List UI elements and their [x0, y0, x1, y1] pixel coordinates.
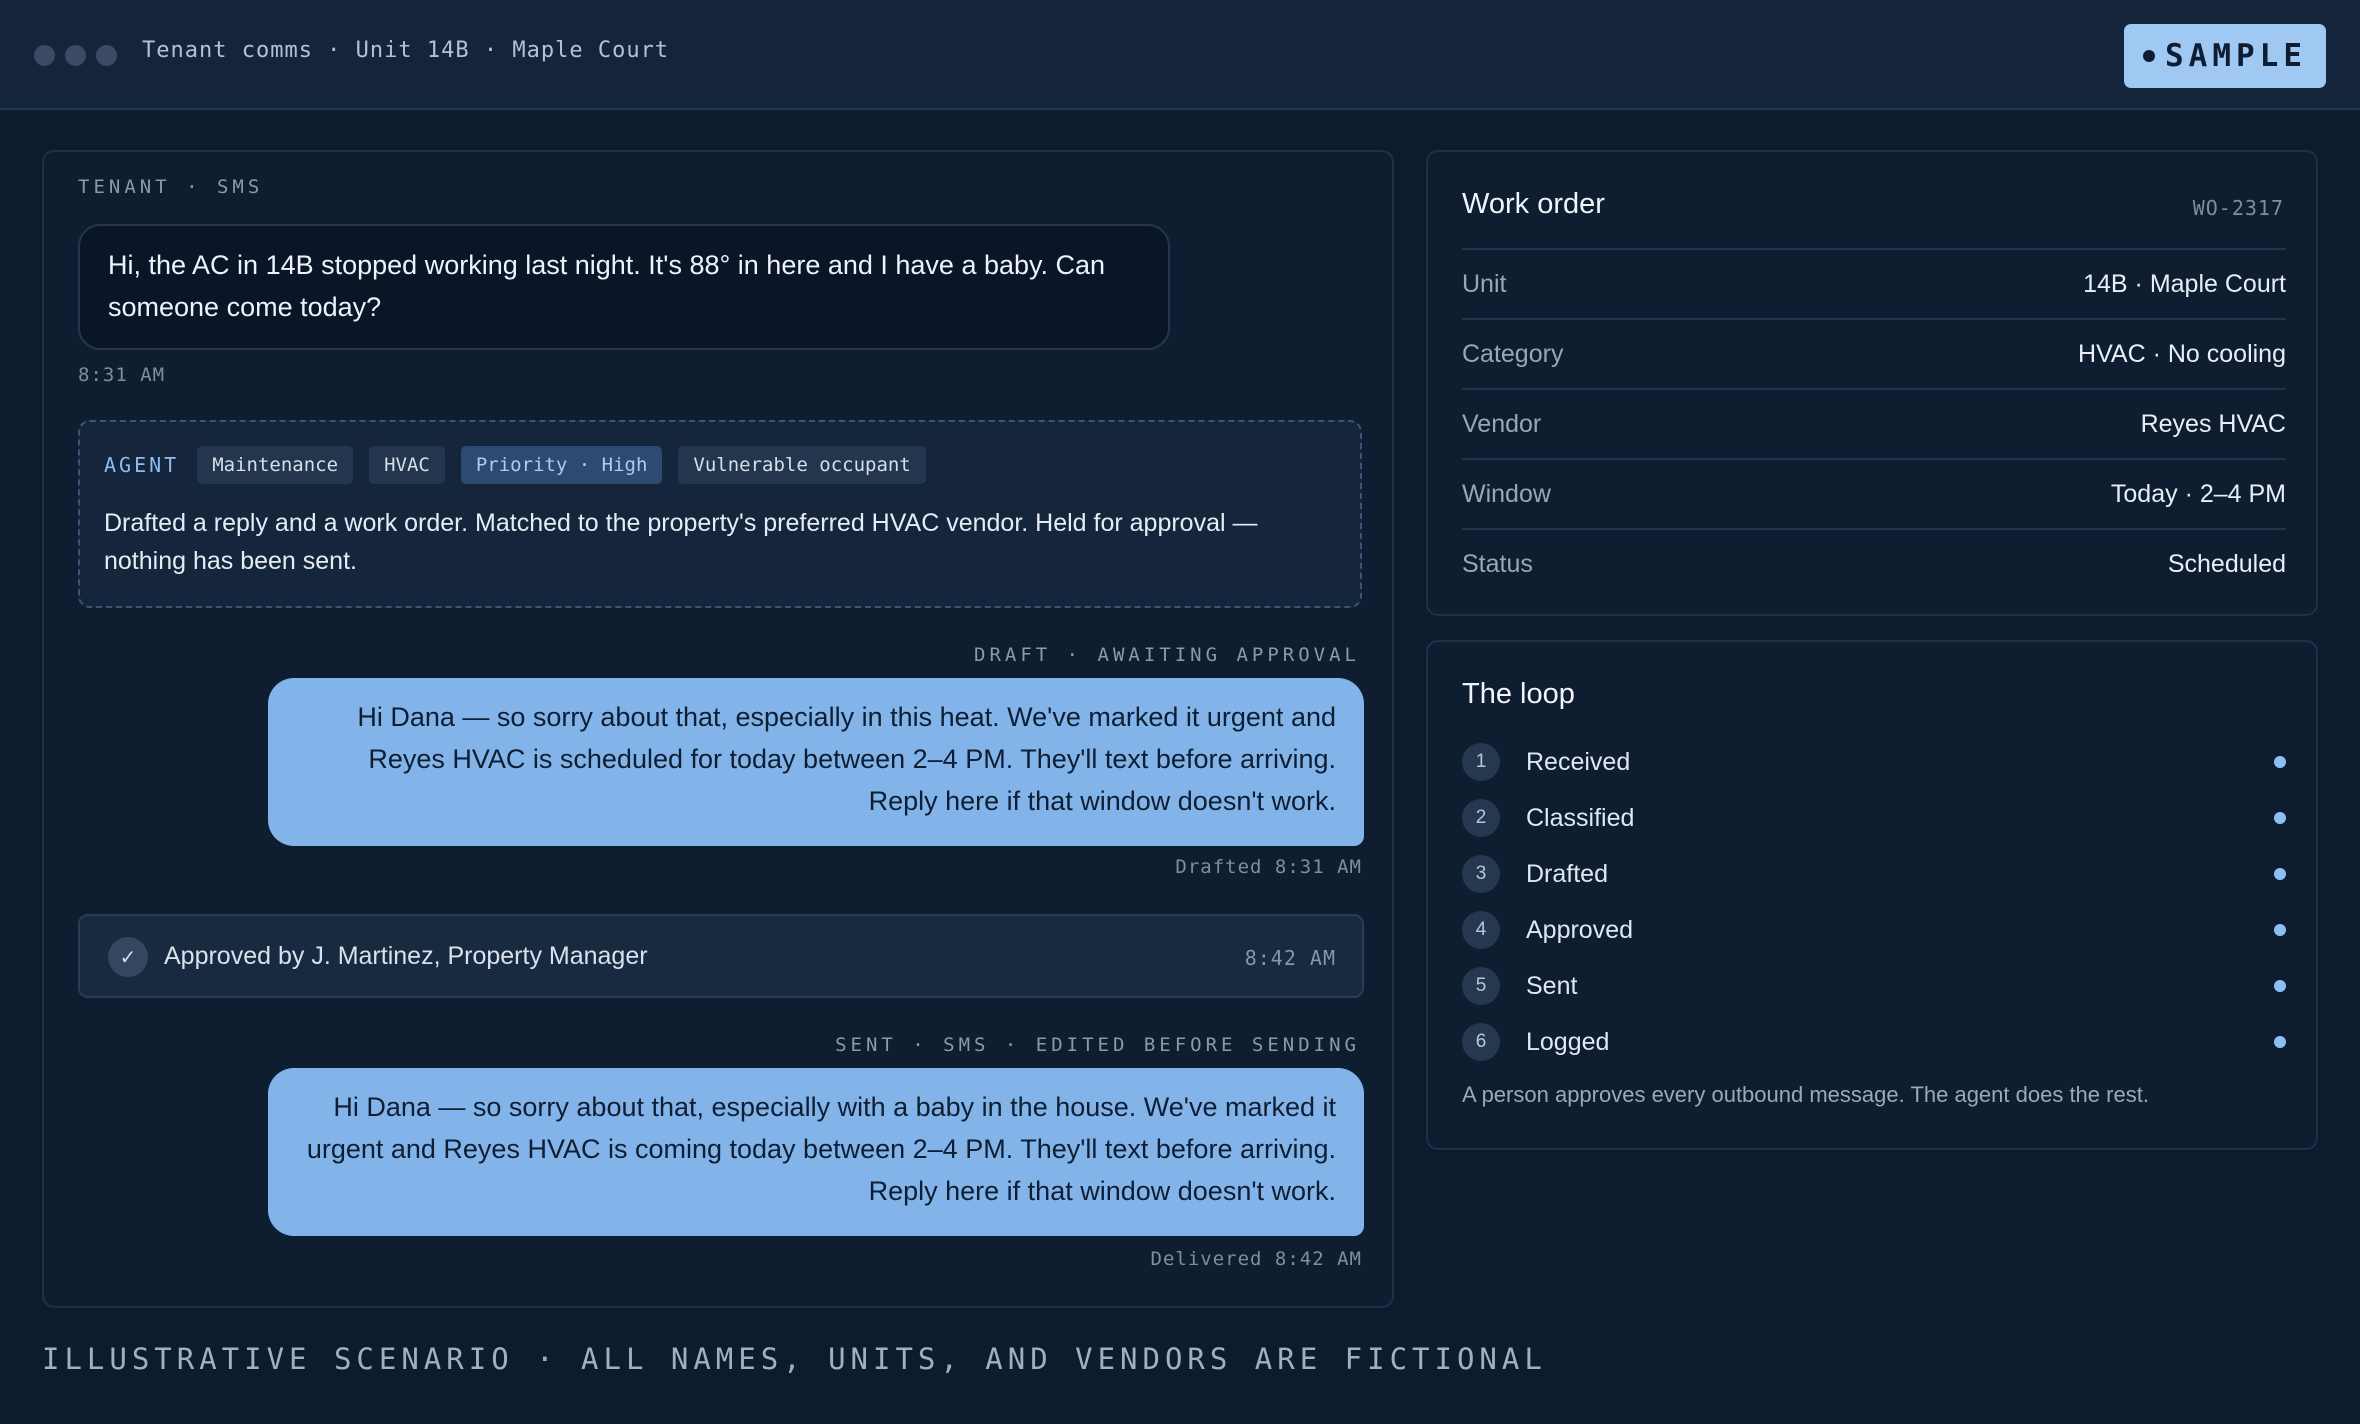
conversation-panel: TENANT · SMS Hi, the AC in 14B stopped w… — [42, 150, 1394, 1308]
draft-status-label: DRAFT · AWAITING APPROVAL — [974, 644, 1360, 666]
step-label: Sent — [1526, 971, 1578, 1000]
tag-priority-high: Priority · High — [460, 446, 663, 484]
loop-step-approved: 4 Approved — [1462, 902, 2286, 958]
work-order-row-window: Window Today · 2–4 PM — [1462, 458, 2286, 528]
work-order-row-category: Category HVAC · No cooling — [1462, 318, 2286, 388]
step-number: 1 — [1462, 743, 1500, 781]
step-label: Logged — [1526, 1027, 1610, 1056]
loop-step-sent: 5 Sent — [1462, 958, 2286, 1014]
delivered-time: Delivered 8:42 AM — [1150, 1248, 1362, 1270]
loop-step-classified: 2 Classified — [1462, 790, 2286, 846]
step-number: 2 — [1462, 799, 1500, 837]
work-order-details: Unit 14B · Maple Court Category HVAC · N… — [1462, 248, 2286, 598]
step-complete-dot-icon — [2274, 924, 2286, 936]
disclaimer-note: ILLUSTRATIVE SCENARIO · ALL NAMES, UNITS… — [42, 1342, 1547, 1376]
work-order-row-vendor: Vendor Reyes HVAC — [1462, 388, 2286, 458]
row-value: Scheduled — [2167, 549, 2286, 578]
approval-text: Approved by J. Martinez, Property Manage… — [164, 942, 648, 970]
step-complete-dot-icon — [2274, 812, 2286, 824]
tenant-message-time: 8:31 AM — [78, 364, 166, 386]
step-complete-dot-icon — [2274, 868, 2286, 880]
step-label: Received — [1526, 747, 1631, 776]
approval-time: 8:42 AM — [1244, 946, 1336, 970]
step-complete-dot-icon — [2274, 1036, 2286, 1048]
close-window-button[interactable] — [34, 45, 55, 66]
work-order-title: Work order — [1462, 188, 1605, 220]
row-key: Window — [1462, 479, 1551, 508]
tag-maintenance: Maintenance — [197, 446, 354, 484]
tag-hvac: HVAC — [369, 446, 445, 484]
sample-badge-label: SAMPLE — [2165, 38, 2307, 74]
agent-tags: AGENT Maintenance HVAC Priority · High V… — [104, 446, 926, 484]
window-controls — [34, 45, 117, 66]
tenant-channel-label: TENANT · SMS — [78, 176, 264, 198]
loop-title: The loop — [1462, 678, 1575, 710]
sent-message-bubble: Hi Dana — so sorry about that, especiall… — [268, 1068, 1364, 1236]
tag-vulnerable-occupant: Vulnerable occupant — [678, 446, 926, 484]
step-complete-dot-icon — [2274, 980, 2286, 992]
row-value: Today · 2–4 PM — [2110, 479, 2286, 508]
loop-note: A person approves every outbound message… — [1462, 1082, 2149, 1107]
step-number: 5 — [1462, 967, 1500, 1005]
step-number: 6 — [1462, 1023, 1500, 1061]
window-title: Tenant comms · Unit 14B · Maple Court — [142, 38, 670, 63]
row-value: Reyes HVAC — [2140, 409, 2286, 438]
minimize-window-button[interactable] — [65, 45, 86, 66]
check-icon: ✓ — [108, 937, 148, 977]
loop-card: The loop 1 Received 2 Classified 3 Draft… — [1426, 640, 2318, 1150]
tenant-message-bubble: Hi, the AC in 14B stopped working last n… — [78, 224, 1170, 350]
work-order-row-unit: Unit 14B · Maple Court — [1462, 248, 2286, 318]
sent-status-label: SENT · SMS · EDITED BEFORE SENDING — [835, 1034, 1360, 1056]
loop-steps: 1 Received 2 Classified 3 Drafted 4 Appr… — [1462, 734, 2286, 1070]
row-key: Category — [1462, 339, 1564, 368]
agent-label: AGENT — [104, 453, 180, 477]
row-value: 14B · Maple Court — [2083, 269, 2286, 298]
step-label: Drafted — [1526, 859, 1608, 888]
loop-step-received: 1 Received — [1462, 734, 2286, 790]
draft-message-bubble[interactable]: Hi Dana — so sorry about that, especiall… — [268, 678, 1364, 846]
row-key: Unit — [1462, 269, 1507, 298]
agent-summary-text: Drafted a reply and a work order. Matche… — [104, 509, 1258, 575]
row-key: Vendor — [1462, 409, 1542, 438]
approval-record: ✓ Approved by J. Martinez, Property Mana… — [78, 914, 1364, 998]
work-order-id: WO-2317 — [2192, 196, 2284, 220]
work-order-row-status: Status Scheduled — [1462, 528, 2286, 598]
step-number: 4 — [1462, 911, 1500, 949]
badge-dot-icon — [2143, 50, 2155, 62]
step-label: Approved — [1526, 915, 1634, 944]
agent-summary-card: AGENT Maintenance HVAC Priority · High V… — [78, 420, 1362, 608]
step-label: Classified — [1526, 803, 1635, 832]
maximize-window-button[interactable] — [96, 45, 117, 66]
row-value: HVAC · No cooling — [2078, 339, 2286, 368]
loop-step-logged: 6 Logged — [1462, 1014, 2286, 1070]
sample-badge: SAMPLE — [2124, 24, 2326, 88]
row-key: Status — [1462, 549, 1533, 578]
title-bar: Tenant comms · Unit 14B · Maple Court SA… — [0, 0, 2360, 110]
step-number: 3 — [1462, 855, 1500, 893]
step-complete-dot-icon — [2274, 756, 2286, 768]
draft-time: Drafted 8:31 AM — [1175, 856, 1362, 878]
work-order-card: Work order WO-2317 Unit 14B · Maple Cour… — [1426, 150, 2318, 616]
loop-step-drafted: 3 Drafted — [1462, 846, 2286, 902]
